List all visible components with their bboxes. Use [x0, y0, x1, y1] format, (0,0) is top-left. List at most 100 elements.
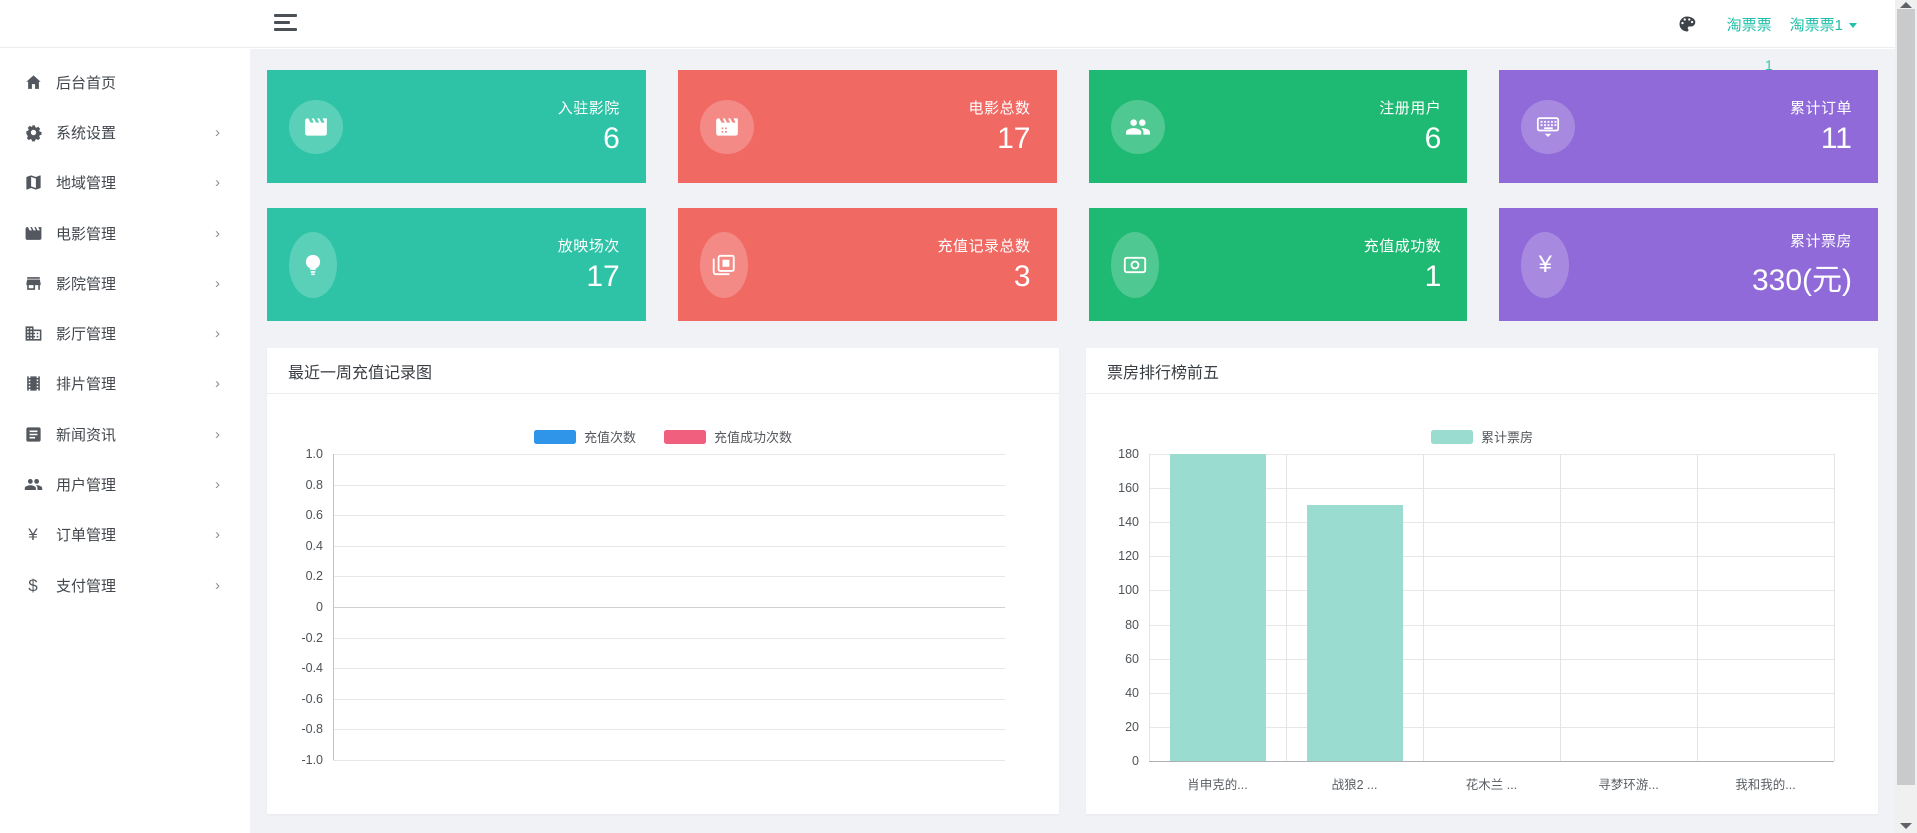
sidebar-item-label: 支付管理 — [56, 575, 116, 596]
y-axis-line — [333, 454, 334, 760]
stat-card-value: 3 — [937, 260, 1030, 294]
x-axis-label: 肖申克的... — [1149, 774, 1286, 793]
movie-filter-icon — [700, 100, 754, 154]
sidebar-item-users[interactable]: 用户管理 › — [0, 459, 250, 509]
sidebar-item-filmstrip[interactable]: 排片管理 › — [0, 359, 250, 409]
stat-cards-grid: 入驻影院 6 电影总数 17 注册用户 6 累计订单 11 放映场次 17 — [267, 70, 1878, 321]
gridline — [333, 607, 1005, 608]
gridline-vertical — [1286, 454, 1287, 761]
stat-card-label: 累计票房 — [1752, 230, 1852, 251]
sidebar-item-gear[interactable]: 系统设置 › — [0, 107, 250, 157]
sidebar-item-map[interactable]: 地域管理 › — [0, 158, 250, 208]
sidebar-item-label: 后台首页 — [56, 72, 116, 93]
stat-card-value: 1 — [1364, 260, 1442, 294]
sidebar-toggle-button[interactable] — [274, 14, 300, 34]
chevron-right-icon: › — [215, 477, 220, 492]
sidebar-item-label: 地域管理 — [56, 172, 116, 193]
y-axis-label: -0.8 — [275, 722, 323, 736]
sidebar-item-label: 影厅管理 — [56, 323, 116, 344]
stat-card-value: 6 — [1379, 122, 1441, 156]
users-icon — [1111, 100, 1165, 154]
bar — [1307, 505, 1403, 761]
chevron-right-icon: › — [215, 427, 220, 442]
recharge-chart: 充值次数充值成功次数1.00.80.60.40.20-0.2-0.4-0.6-0… — [267, 394, 1059, 813]
sidebar-item-news[interactable]: 新闻资讯 › — [0, 409, 250, 459]
keyboard-hide-icon — [1521, 100, 1575, 154]
stat-card-1: 入驻影院 6 — [267, 70, 646, 183]
chart-panels: 最近一周充值记录图 充值次数充值成功次数1.00.80.60.40.20-0.2… — [267, 348, 1878, 814]
x-axis-label: 寻梦环游... — [1560, 774, 1697, 793]
y-axis-label: 40 — [1091, 686, 1139, 700]
legend-label: 充值次数 — [584, 427, 636, 446]
x-axis-label: 战狼2 ... — [1286, 774, 1423, 793]
sidebar-item-movie[interactable]: 电影管理 › — [0, 208, 250, 258]
dollar-icon: $ — [23, 575, 43, 595]
stat-card-3: 注册用户 6 — [1089, 70, 1468, 183]
gridline — [333, 638, 1005, 639]
y-axis-label: 0 — [1091, 754, 1139, 768]
building-icon — [23, 324, 43, 344]
bar — [1170, 454, 1266, 761]
stat-card-value: 11 — [1790, 122, 1852, 156]
y-axis-label: 160 — [1091, 481, 1139, 495]
panel-title: 最近一周充值记录图 — [288, 359, 432, 383]
sidebar-item-label: 电影管理 — [56, 223, 116, 244]
stat-card-label: 累计订单 — [1790, 97, 1852, 118]
sidebar-item-label: 用户管理 — [56, 474, 116, 495]
scroll-down-arrow-icon[interactable] — [1900, 823, 1912, 829]
money-icon — [1111, 232, 1159, 298]
gridline — [333, 546, 1005, 547]
gridline — [333, 515, 1005, 516]
legend-item[interactable]: 累计票房 — [1431, 427, 1533, 446]
chart-legend: 充值次数 充值成功次数 — [267, 427, 1059, 446]
gridline-vertical — [1697, 454, 1698, 761]
stat-card-value: 6 — [558, 122, 620, 156]
yen-icon: ¥ — [23, 525, 43, 545]
legend-label: 充值成功次数 — [714, 427, 792, 446]
stat-card-value: 17 — [558, 260, 620, 294]
legend-item[interactable]: 充值次数 — [534, 427, 636, 446]
scrollbar-thumb[interactable] — [1897, 9, 1915, 785]
scroll-up-arrow-icon[interactable] — [1900, 2, 1912, 8]
boxoffice-chart: 累计票房180160140120100806040200肖申克的...战狼2 .… — [1086, 394, 1878, 813]
photos-icon — [700, 232, 748, 298]
y-axis-label: 120 — [1091, 549, 1139, 563]
legend-item[interactable]: 充值成功次数 — [664, 427, 792, 446]
stat-card-value: 330(元) — [1752, 255, 1852, 299]
y-axis-label: 1.0 — [275, 447, 323, 461]
sidebar-item-dollar[interactable]: $ 支付管理 › — [0, 560, 250, 610]
theme-palette-icon[interactable] — [1677, 14, 1697, 34]
stat-card-8: ¥ 累计票房 330(元) — [1499, 208, 1878, 321]
storefront-icon — [23, 273, 43, 293]
chart-legend: 累计票房 — [1086, 427, 1878, 446]
panel-title: 票房排行榜前五 — [1107, 359, 1219, 383]
panel-header: 最近一周充值记录图 — [267, 348, 1059, 394]
legend-swatch — [664, 430, 706, 444]
y-axis-label: 0.2 — [275, 569, 323, 583]
sidebar-item-building[interactable]: 影厅管理 › — [0, 308, 250, 358]
home-icon — [23, 72, 43, 92]
stat-card-label: 入驻影院 — [558, 97, 620, 118]
x-axis-label: 花木兰 ... — [1423, 774, 1560, 793]
main-content: 1 入驻影院 6 电影总数 17 注册用户 6 累计订单 11 放映场次 — [250, 49, 1895, 833]
stat-card-label: 充值成功数 — [1364, 235, 1442, 256]
lightbulb-icon — [289, 232, 337, 298]
user-name: 淘票票1 — [1790, 14, 1843, 35]
sidebar-item-yen[interactable]: ¥ 订单管理 › — [0, 510, 250, 560]
legend-swatch — [534, 430, 576, 444]
user-menu[interactable]: 淘票票1 — [1790, 14, 1857, 35]
sidebar-item-storefront[interactable]: 影院管理 › — [0, 258, 250, 308]
gridline — [333, 454, 1005, 455]
gridline — [333, 668, 1005, 669]
sidebar-item-home[interactable]: 后台首页 — [0, 57, 250, 107]
notification-count: 1 — [1765, 57, 1773, 73]
stat-card-6: 充值记录总数 3 — [678, 208, 1057, 321]
users-icon — [23, 475, 43, 495]
hamburger-icon — [274, 14, 297, 17]
yen-icon: ¥ — [1521, 232, 1569, 298]
gridline — [333, 760, 1005, 761]
site-link[interactable]: 淘票票 — [1727, 14, 1772, 35]
movie-icon — [23, 223, 43, 243]
y-axis-label: 0 — [275, 600, 323, 614]
page-scrollbar — [1895, 0, 1917, 833]
